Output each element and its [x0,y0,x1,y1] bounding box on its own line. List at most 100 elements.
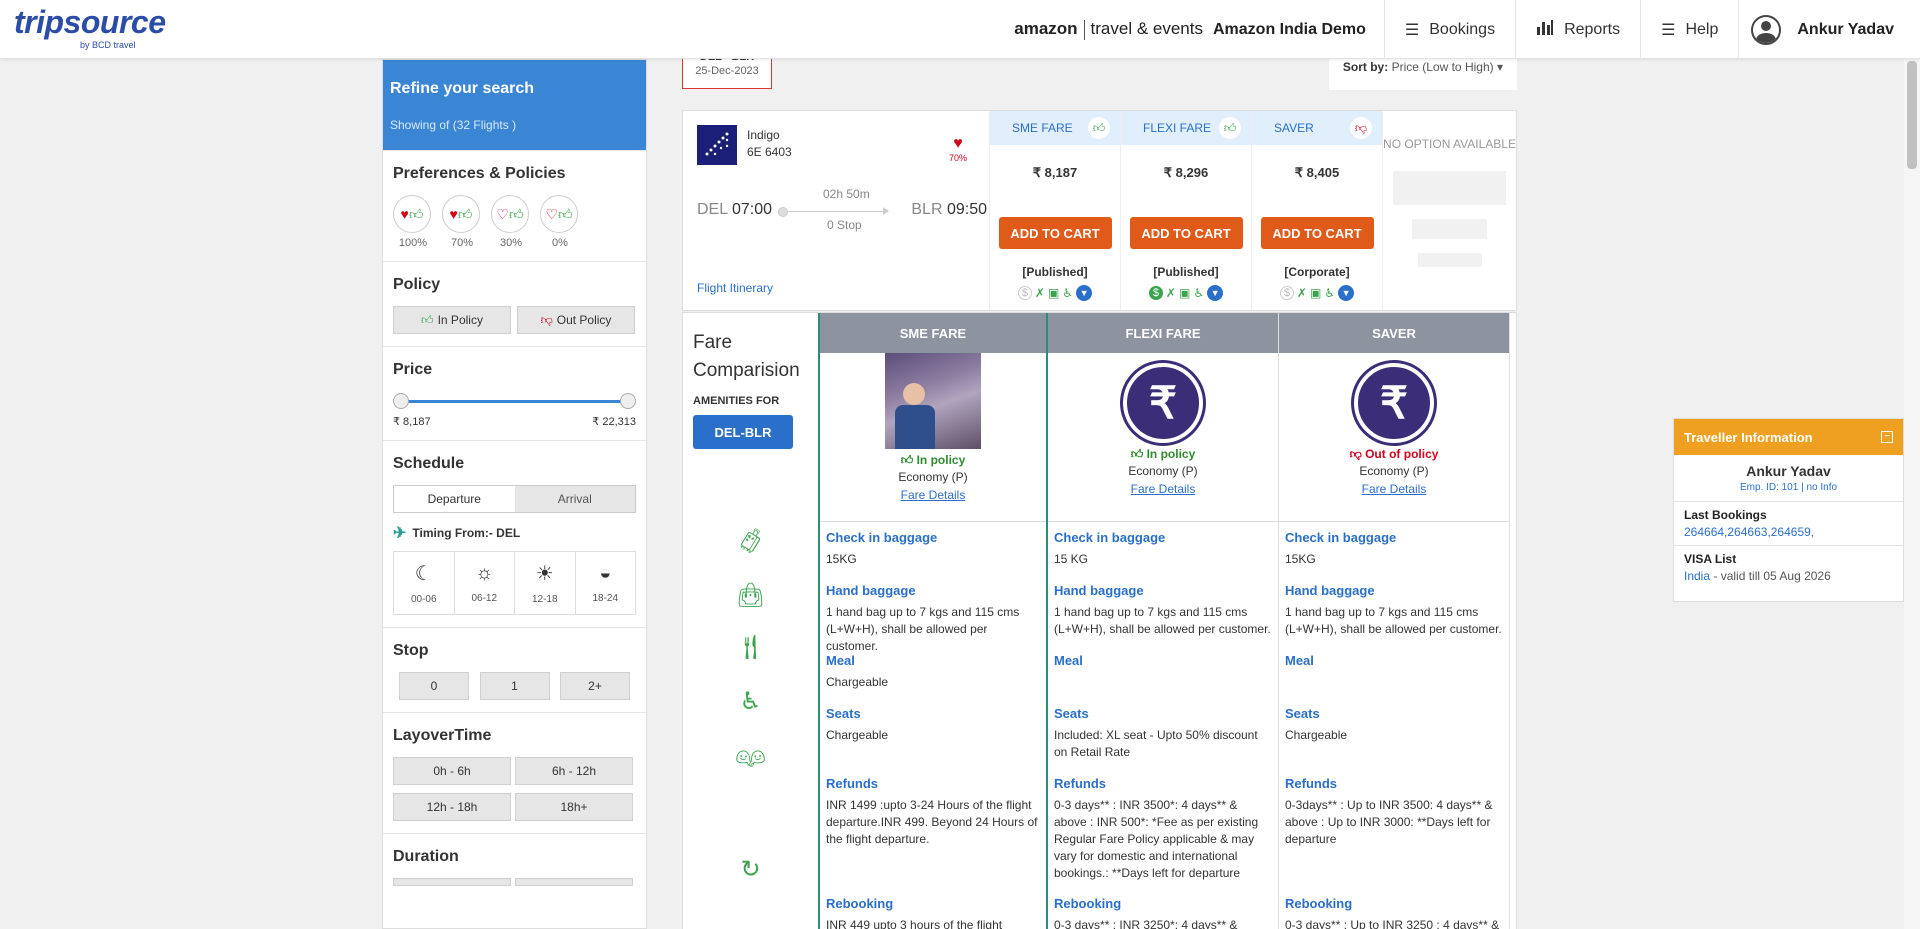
chevron-down-icon[interactable]: ▼ [1207,285,1224,301]
placeholder-bar [1393,171,1506,205]
thumbs-up-icon: 👍︎ [1130,447,1144,461]
nav-help[interactable]: ☰ Help [1640,0,1738,59]
rebook-value: 0-3 days** : INR 3250*: 4 days** & above [1054,918,1238,929]
visa-label: VISA List [1684,552,1737,566]
placeholder-bar [1417,253,1482,267]
time-slot-label: 00-06 [410,594,437,605]
flight-number: 6E 6403 [747,145,792,159]
fare-details-link[interactable]: Fare Details [820,488,1046,502]
add-to-cart-button[interactable]: ADD TO CART [1260,217,1374,249]
hand-label: Hand baggage [1285,583,1375,598]
hand-value: 1 hand bag up to 7 kgs and 115 cms (L+W+… [1054,605,1271,636]
duration-button[interactable] [515,878,633,886]
rebook-label: Rebooking [1285,896,1353,911]
visa-list: VISA List India - valid till 05 Aug 2026 [1674,545,1903,589]
meal-icon: ✗ [1296,286,1307,300]
fare-name: SAVER [1274,121,1314,135]
refunds-value: INR 1499 :upto 3-24 Hours of the flight … [826,798,1038,846]
route-line [778,207,889,217]
sun-icon: ☀ [535,563,554,585]
slider-min-handle[interactable] [393,393,409,409]
page-scrollbar[interactable] [1904,59,1920,929]
stop-2plus-button[interactable]: 2+ [560,672,630,700]
layover-0-6-button[interactable]: 0h - 6h [393,757,511,785]
preferences-title: Preferences & Policies [393,165,566,182]
meal-label: Meal [826,653,855,668]
stop-title: Stop [393,642,429,659]
stop-0-button[interactable]: 0 [399,672,469,700]
meal-label: Meal [1054,653,1083,668]
meal-value: Chargeable [826,675,889,689]
thumbs-up-icon: 👍︎ [1219,117,1241,139]
fare-name: FLEXI FARE [1143,121,1212,135]
nav-reports[interactable]: Reports [1515,0,1640,59]
compare-col-sme: SME FARE 👍︎ In policy Economy (P) Fare D… [820,313,1048,929]
route-button[interactable]: DEL-BLR [693,415,793,449]
nav-bookings[interactable]: ☰ Bookings [1383,0,1515,59]
fare-details-link[interactable]: Fare Details [1048,482,1278,496]
bag-icon: ▣ [1309,286,1322,300]
departure-tab[interactable]: Departure [394,486,515,512]
fare-details-link[interactable]: Fare Details [1279,482,1509,496]
company-name: Amazon India Demo [1213,20,1366,38]
duration-button[interactable] [393,878,511,886]
pref-70[interactable]: ♥ 👍︎ 70% [442,195,482,249]
chevron-down-icon[interactable]: ▼ [1076,285,1093,301]
time-slot-afternoon[interactable]: ☀ 12-18 [515,552,576,614]
time-slot-night[interactable]: ☾ 00-06 [394,552,455,614]
hand-value: 1 hand bag up to 7 kgs and 115 cms (L+W+… [1285,605,1502,636]
refine-panel: Refine your search Showing of (32 Flight… [383,60,646,150]
sort-dropdown[interactable]: Sort by: Price (Low to High) ▾ [1328,54,1517,90]
price-title: Price [393,361,433,378]
dep-city: DEL [697,201,728,218]
out-policy-button[interactable]: 👎︎ Out Policy [517,306,635,334]
layover-6-12-button[interactable]: 6h - 12h [515,757,633,785]
add-to-cart-button[interactable]: ADD TO CART [1129,217,1243,249]
no-option-text: NO OPTION AVAILABLE [1383,137,1516,151]
meal-icon: ✗ [1165,286,1176,300]
airline-name: Indigo [747,128,780,142]
time-slot-morning[interactable]: ☼ 06-12 [455,552,515,614]
time-slot-label: 12-18 [531,594,558,605]
seats-value: Chargeable [826,728,889,742]
scrollbar-thumb[interactable] [1907,61,1917,169]
checkin-label: Check in baggage [826,530,938,545]
chevron-down-icon[interactable]: ▼ [1338,285,1355,301]
seats-label: Seats [1054,706,1089,721]
stop-1-button[interactable]: 1 [479,672,550,700]
policy-status: 👍︎ In policy [820,453,1046,468]
partner-suffix: travel & events [1090,19,1203,39]
in-policy-button[interactable]: 👍︎ In Policy [393,306,511,334]
refine-title: Refine your search [390,80,535,97]
last-bookings: Last Bookings 264664,264663,264659, [1674,501,1903,545]
sort-value: Price (Low to High) [1391,60,1494,74]
last-bookings-links[interactable]: 264664,264663,264659, [1684,525,1893,539]
price-slider[interactable] [393,391,636,411]
schedule-section: Schedule Departure Arrival ✈ Timing From… [383,440,646,627]
traveller-emp-id[interactable]: Emp. ID: 101 | no Info [1674,482,1903,493]
checkin-label: Check in baggage [1285,530,1397,545]
layover-18plus-button[interactable]: 18h+ [515,793,633,821]
preference-indicator: ♥ 70% [949,135,967,163]
user-name: Ankur Yadav [1797,20,1894,38]
nav-help-label: Help [1685,20,1719,38]
user-menu[interactable]: Ankur Yadav [1738,0,1920,59]
slider-max-handle[interactable] [620,393,636,409]
tripsource-logo[interactable]: tripsource by BCD travel [14,4,166,50]
timing-from-label: Timing From:- DEL [412,526,521,540]
fare-type: [Published] [1022,265,1088,279]
add-to-cart-button[interactable]: ADD TO CART [998,217,1112,249]
arrival-tab[interactable]: Arrival [514,486,635,512]
layover-12-18-button[interactable]: 12h - 18h [393,793,511,821]
flight-itinerary-link[interactable]: Flight Itinerary [697,281,773,295]
visa-country[interactable]: India [1684,569,1710,583]
pref-100[interactable]: ♥ 👍︎ 100% [393,195,433,249]
moon-icon: ☾ [414,563,433,585]
time-slot-evening[interactable]: ◒ 18-24 [576,552,636,614]
no-option-column: NO OPTION AVAILABLE [1383,111,1516,310]
pref-0[interactable]: ♡ 👍︎ 0% [540,195,580,249]
slider-track [401,400,628,403]
collapse-icon[interactable]: − [1881,431,1893,443]
checkin-label: Check in baggage [1054,530,1166,545]
pref-30[interactable]: ♡ 👍︎ 30% [491,195,531,249]
